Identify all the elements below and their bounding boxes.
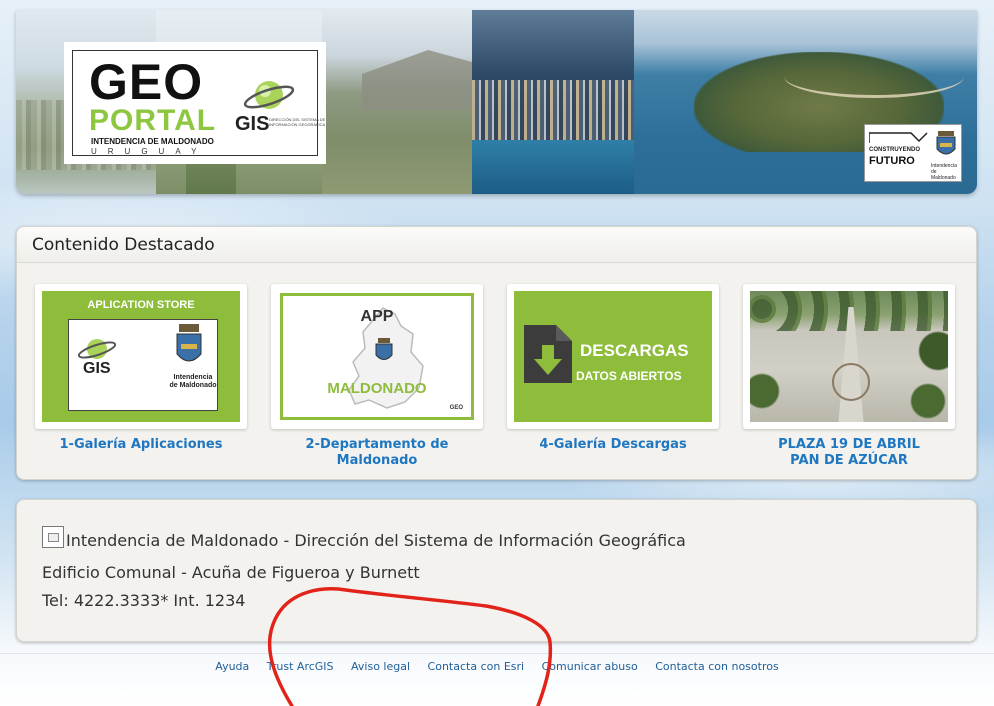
- card-link-galeria-aplicaciones[interactable]: 1-Galería Aplicaciones: [35, 437, 247, 453]
- info-org-text: Intendencia de Maldonado - Dirección del…: [66, 531, 686, 550]
- footer-divider: [0, 653, 994, 654]
- header-banner: GEO PORTAL INTENDENCIA DE MALDONADO URUG…: [16, 10, 977, 194]
- info-phone: Tel: 4222.3333* Int. 1234: [42, 591, 246, 610]
- card-thumbnail[interactable]: APLICATION STORE GIS Intendencia de Mald…: [35, 284, 247, 429]
- card-label-line1: PLAZA 19 DE ABRIL: [778, 437, 920, 452]
- info-line-1: Intendencia de Maldonado - Dirección del…: [42, 526, 686, 550]
- gis-globe-icon: [243, 81, 295, 109]
- card-link-galeria-descargas[interactable]: 4-Galería Descargas: [507, 437, 719, 453]
- footer-link-comunicar-abuso[interactable]: Comunicar abuso: [542, 660, 638, 673]
- featured-content-panel: Contenido Destacado APLICATION STORE GIS: [16, 226, 977, 480]
- card-link-plaza-19-de-abril[interactable]: PLAZA 19 DE ABRIL PAN DE AZÚCAR: [743, 437, 955, 469]
- logo-intendencia-text: INTENDENCIA DE MALDONADO: [91, 137, 214, 146]
- card-galeria-descargas[interactable]: DESCARGAS DATOS ABIERTOS 4-Galería Desca…: [507, 284, 719, 453]
- featured-title: Contenido Destacado: [17, 227, 976, 263]
- footer-link-contacta-nosotros[interactable]: Contacta con nosotros: [655, 660, 779, 673]
- construyendo-futuro-badge: CONSTRUYENDO FUTURO Intendencia de Maldo…: [864, 124, 962, 182]
- logo-geo-text: GEO: [89, 54, 204, 110]
- maldonado-crest-icon: [375, 338, 393, 360]
- footer-link-contacta-esri[interactable]: Contacta con Esri: [428, 660, 525, 673]
- card-departamento-maldonado[interactable]: APP MALDONADO GEO 2-Departamento de Mald…: [271, 284, 483, 469]
- card-plaza-19-de-abril[interactable]: PLAZA 19 DE ABRIL PAN DE AZÚCAR: [743, 284, 955, 469]
- thumb-geo-mark: GEO: [449, 405, 463, 411]
- card-thumbnail[interactable]: DESCARGAS DATOS ABIERTOS: [507, 284, 719, 429]
- maldonado-crest-icon: [936, 131, 956, 155]
- thumb-app-title: APP: [360, 308, 394, 325]
- footer-link-ayuda[interactable]: Ayuda: [215, 660, 249, 673]
- card-label-line2: PAN DE AZÚCAR: [790, 453, 908, 468]
- thumb-descargas-title: DESCARGAS: [580, 341, 689, 360]
- broken-image-icon: [42, 526, 64, 548]
- info-address: Edificio Comunal - Acuña de Figueroa y B…: [42, 563, 420, 582]
- card-thumbnail[interactable]: [743, 284, 955, 429]
- thumb-footer: WEB APP VIEWER: [114, 406, 168, 412]
- thumb-org-text: Intendencia de Maldonado: [169, 374, 217, 389]
- maldonado-crest-icon: [176, 324, 202, 362]
- card-galeria-aplicaciones[interactable]: APLICATION STORE GIS Intendencia de Mald…: [35, 284, 247, 453]
- logo-gis-text: GIS: [235, 113, 270, 135]
- badge-org-text: Intendencia de Maldonado: [931, 163, 957, 181]
- badge-arrow-icon: [869, 132, 928, 143]
- banner-photo-fortress: [322, 10, 472, 194]
- logo-portal-text: PORTAL: [89, 104, 217, 137]
- badge-line2: FUTURO: [869, 155, 915, 167]
- badge-line1: CONSTRUYENDO: [869, 147, 921, 153]
- banner-photo-city-night: [472, 10, 634, 194]
- logo-country-text: URUGUAY: [91, 147, 208, 156]
- compass-rose: [832, 363, 870, 401]
- plaza-aerial-photo: [750, 291, 948, 422]
- thumb-gis-text: GIS: [83, 360, 111, 377]
- logo-gis-subtitle: DIRECCIÓN DEL SISTEMA DE INFORMACIÓN GEO…: [269, 117, 326, 127]
- geoportal-logo: GEO PORTAL INTENDENCIA DE MALDONADO URUG…: [64, 42, 326, 164]
- thumb-descargas-sub: DATOS ABIERTOS: [576, 369, 682, 383]
- contact-info-panel: Intendencia de Maldonado - Dirección del…: [16, 499, 977, 642]
- thumb-app-name: MALDONADO: [327, 380, 427, 397]
- thumb-title: APLICATION STORE: [87, 299, 195, 311]
- card-link-departamento-maldonado[interactable]: 2-Departamento de Maldonado: [271, 437, 483, 469]
- card-thumbnail[interactable]: APP MALDONADO GEO: [271, 284, 483, 429]
- footer-links: Ayuda Trust ArcGIS Aviso legal Contacta …: [0, 660, 994, 673]
- download-file-icon: [524, 325, 572, 383]
- footer-link-trust-arcgis[interactable]: Trust ArcGIS: [267, 660, 334, 673]
- footer-link-aviso-legal[interactable]: Aviso legal: [351, 660, 410, 673]
